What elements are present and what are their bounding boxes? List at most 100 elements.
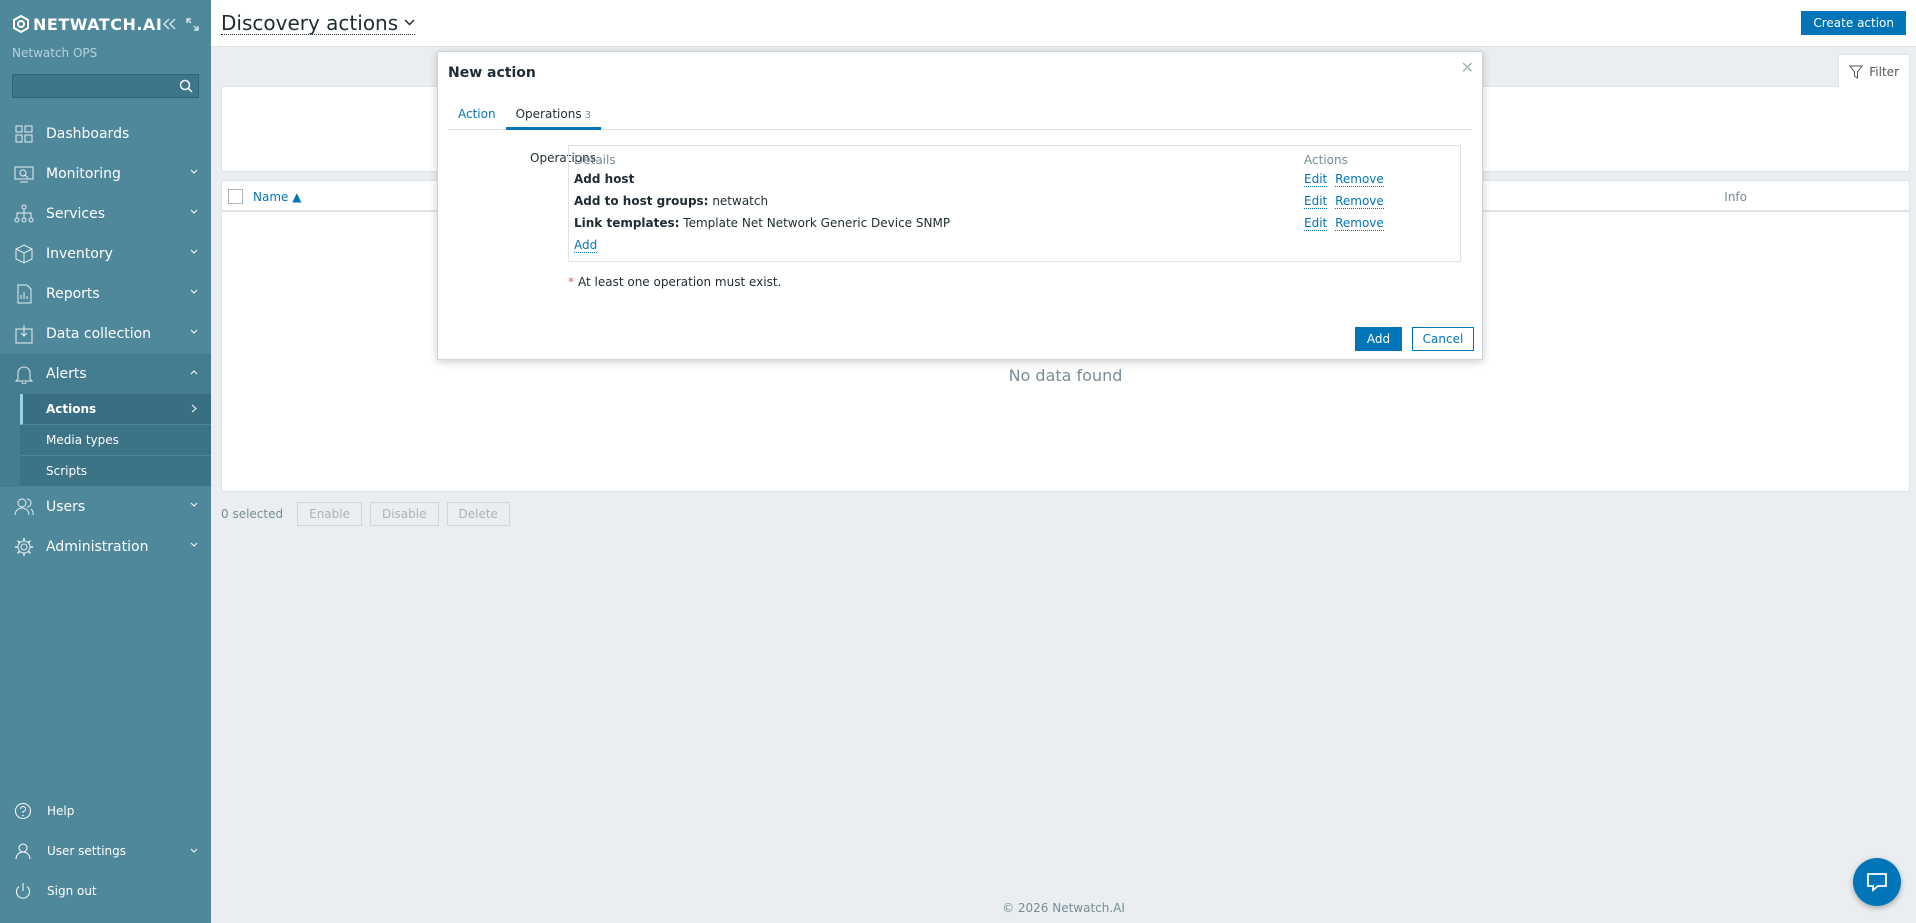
sidebar-item-label: Monitoring bbox=[46, 166, 121, 182]
sidebar-item-services[interactable]: Services bbox=[0, 194, 211, 234]
operation-key: Link templates: bbox=[574, 216, 680, 230]
sidebar-item-label: Reports bbox=[46, 286, 100, 302]
mass-actions: 0 selected Enable Disable Delete bbox=[221, 502, 510, 526]
logo[interactable]: NETWATCH.AI bbox=[12, 15, 162, 34]
chevron-right-icon bbox=[191, 404, 197, 413]
selected-count: 0 selected bbox=[221, 507, 284, 521]
chevron-down-icon bbox=[190, 209, 198, 214]
table-row: Link templates: Template Net Network Gen… bbox=[574, 216, 1455, 236]
cancel-button[interactable]: Cancel bbox=[1412, 327, 1474, 351]
select-all-checkbox[interactable] bbox=[228, 189, 243, 204]
column-details-header: Details bbox=[574, 153, 616, 167]
sidebar-item-label: Users bbox=[46, 499, 86, 515]
create-action-button[interactable]: Create action bbox=[1801, 11, 1906, 35]
chevron-down-icon bbox=[190, 289, 198, 294]
operation-value: netwatch bbox=[712, 194, 769, 208]
dashboards-icon bbox=[15, 125, 33, 143]
tab-count-badge: 3 bbox=[584, 110, 591, 121]
help-icon bbox=[15, 803, 31, 819]
sidebar-subitem-actions[interactable]: Actions bbox=[20, 394, 211, 425]
chat-icon bbox=[1867, 873, 1887, 892]
filter-label: Filter bbox=[1869, 64, 1899, 79]
chevron-up-icon bbox=[190, 370, 198, 375]
chevron-down-icon bbox=[190, 169, 198, 174]
chevron-down-icon bbox=[190, 542, 198, 547]
filter-tab[interactable]: Filter bbox=[1838, 54, 1910, 88]
alerts-submenu: Actions Media types Scripts bbox=[0, 394, 211, 487]
column-info-header: Info bbox=[1724, 190, 1747, 204]
main-nav: Dashboards Monitoring Services Inventory… bbox=[0, 114, 211, 567]
logo-text: NETWATCH.AI bbox=[33, 14, 163, 34]
remove-link[interactable]: Remove bbox=[1335, 172, 1384, 187]
monitoring-icon bbox=[14, 166, 34, 183]
chevron-down-icon bbox=[190, 249, 198, 254]
chevron-down-icon bbox=[190, 329, 198, 334]
remove-link[interactable]: Remove bbox=[1335, 216, 1384, 231]
logo-icon bbox=[13, 15, 29, 33]
sidebar-item-label: Dashboards bbox=[46, 126, 130, 142]
edit-link[interactable]: Edit bbox=[1304, 216, 1328, 231]
sidebar-item-reports[interactable]: Reports bbox=[0, 274, 211, 314]
edit-link[interactable]: Edit bbox=[1304, 194, 1328, 209]
sidebar-item-alerts[interactable]: Alerts bbox=[0, 354, 211, 394]
column-name-header[interactable]: Name ▲ bbox=[253, 190, 301, 204]
sidebar-item-label: Sign out bbox=[47, 884, 97, 898]
chevron-down-icon bbox=[404, 19, 415, 26]
sidebar-item-inventory[interactable]: Inventory bbox=[0, 234, 211, 274]
remove-link[interactable]: Remove bbox=[1335, 194, 1384, 209]
page-header: Discovery actions Create action bbox=[211, 0, 1916, 47]
sidebar-item-dashboards[interactable]: Dashboards bbox=[0, 114, 211, 154]
bottom-nav: Help User settings Sign out bbox=[0, 791, 211, 911]
table-row: Add host Edit Remove bbox=[574, 172, 1455, 192]
operation-key: Add to host groups: bbox=[574, 194, 709, 208]
sidebar-item-label: Administration bbox=[46, 539, 149, 555]
search-input[interactable] bbox=[13, 75, 198, 97]
users-icon bbox=[14, 498, 34, 516]
collapse-sidebar-icon[interactable] bbox=[162, 17, 176, 30]
subitem-label: Actions bbox=[46, 402, 97, 416]
footer-copyright: © 2026 Netwatch.AI bbox=[1002, 901, 1125, 915]
operations-table: Details Actions Add host Edit Remove Add… bbox=[568, 145, 1461, 262]
sidebar-item-sign-out[interactable]: Sign out bbox=[0, 871, 211, 911]
sidebar-item-label: Services bbox=[46, 206, 106, 222]
bell-icon bbox=[14, 366, 34, 384]
sidebar-item-user-settings[interactable]: User settings bbox=[0, 831, 211, 871]
no-data-message: No data found bbox=[1008, 366, 1123, 385]
operation-key: Add host bbox=[574, 172, 635, 186]
add-operation-link[interactable]: Add bbox=[574, 238, 598, 253]
sidebar-subitem-scripts[interactable]: Scripts bbox=[20, 456, 211, 487]
services-icon bbox=[14, 204, 34, 223]
sidebar-subitem-media-types[interactable]: Media types bbox=[20, 425, 211, 456]
tab-action[interactable]: Action bbox=[448, 105, 506, 130]
page-title[interactable]: Discovery actions bbox=[221, 12, 416, 35]
close-icon[interactable]: ✕ bbox=[1461, 58, 1474, 77]
power-icon bbox=[16, 883, 30, 899]
chevron-down-icon bbox=[190, 848, 198, 853]
sidebar-item-data-collection[interactable]: Data collection bbox=[0, 314, 211, 354]
sidebar-item-monitoring[interactable]: Monitoring bbox=[0, 154, 211, 194]
sidebar-item-label: Data collection bbox=[46, 326, 152, 342]
disable-button[interactable]: Disable bbox=[369, 502, 439, 526]
sidebar-search bbox=[12, 74, 199, 98]
sidebar-item-label: Help bbox=[47, 804, 75, 818]
inventory-icon bbox=[15, 244, 33, 264]
subitem-label: Scripts bbox=[46, 464, 88, 478]
kiosk-mode-icon[interactable] bbox=[186, 17, 200, 31]
required-asterisk: * bbox=[568, 275, 574, 289]
required-note: * At least one operation must exist. bbox=[568, 275, 782, 289]
sidebar-item-administration[interactable]: Administration bbox=[0, 527, 211, 567]
chat-button[interactable] bbox=[1853, 858, 1901, 906]
sidebar-item-help[interactable]: Help bbox=[0, 791, 211, 831]
subitem-label: Media types bbox=[46, 433, 119, 447]
add-button[interactable]: Add bbox=[1355, 327, 1402, 351]
enable-button[interactable]: Enable bbox=[297, 502, 362, 526]
chevron-down-icon bbox=[190, 502, 198, 507]
logo-row: NETWATCH.AI bbox=[0, 0, 211, 48]
tab-operations[interactable]: Operations 3 bbox=[505, 105, 601, 130]
sidebar-item-users[interactable]: Users bbox=[0, 487, 211, 527]
search-icon[interactable] bbox=[179, 79, 193, 93]
org-name: Netwatch OPS bbox=[12, 46, 98, 60]
delete-button[interactable]: Delete bbox=[446, 502, 510, 526]
operation-value: Template Net Network Generic Device SNMP bbox=[683, 216, 951, 230]
edit-link[interactable]: Edit bbox=[1304, 172, 1328, 187]
